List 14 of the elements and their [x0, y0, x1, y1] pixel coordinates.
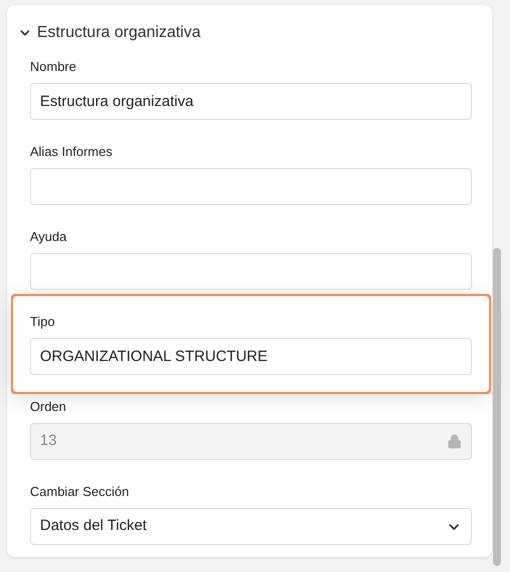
text-field[interactable] [30, 253, 472, 290]
field-label: Tipo [30, 313, 56, 331]
field-label: Alias Informes [30, 143, 114, 161]
text-field[interactable]: ORGANIZATIONAL STRUCTURE [30, 338, 472, 375]
select-field[interactable]: Datos del Ticket [30, 508, 472, 545]
scrollbar-thumb[interactable] [493, 248, 501, 566]
lock-icon [447, 434, 462, 449]
text-field[interactable]: Estructura organizativa [30, 83, 472, 120]
field-label: Ayuda [30, 228, 68, 246]
text-field[interactable] [30, 168, 472, 205]
field-label: Orden [30, 398, 68, 416]
field-label: Nombre [30, 58, 78, 76]
field-label: Cambiar Sección [30, 483, 130, 501]
section-header[interactable]: Estructura organizativa [7, 5, 492, 45]
